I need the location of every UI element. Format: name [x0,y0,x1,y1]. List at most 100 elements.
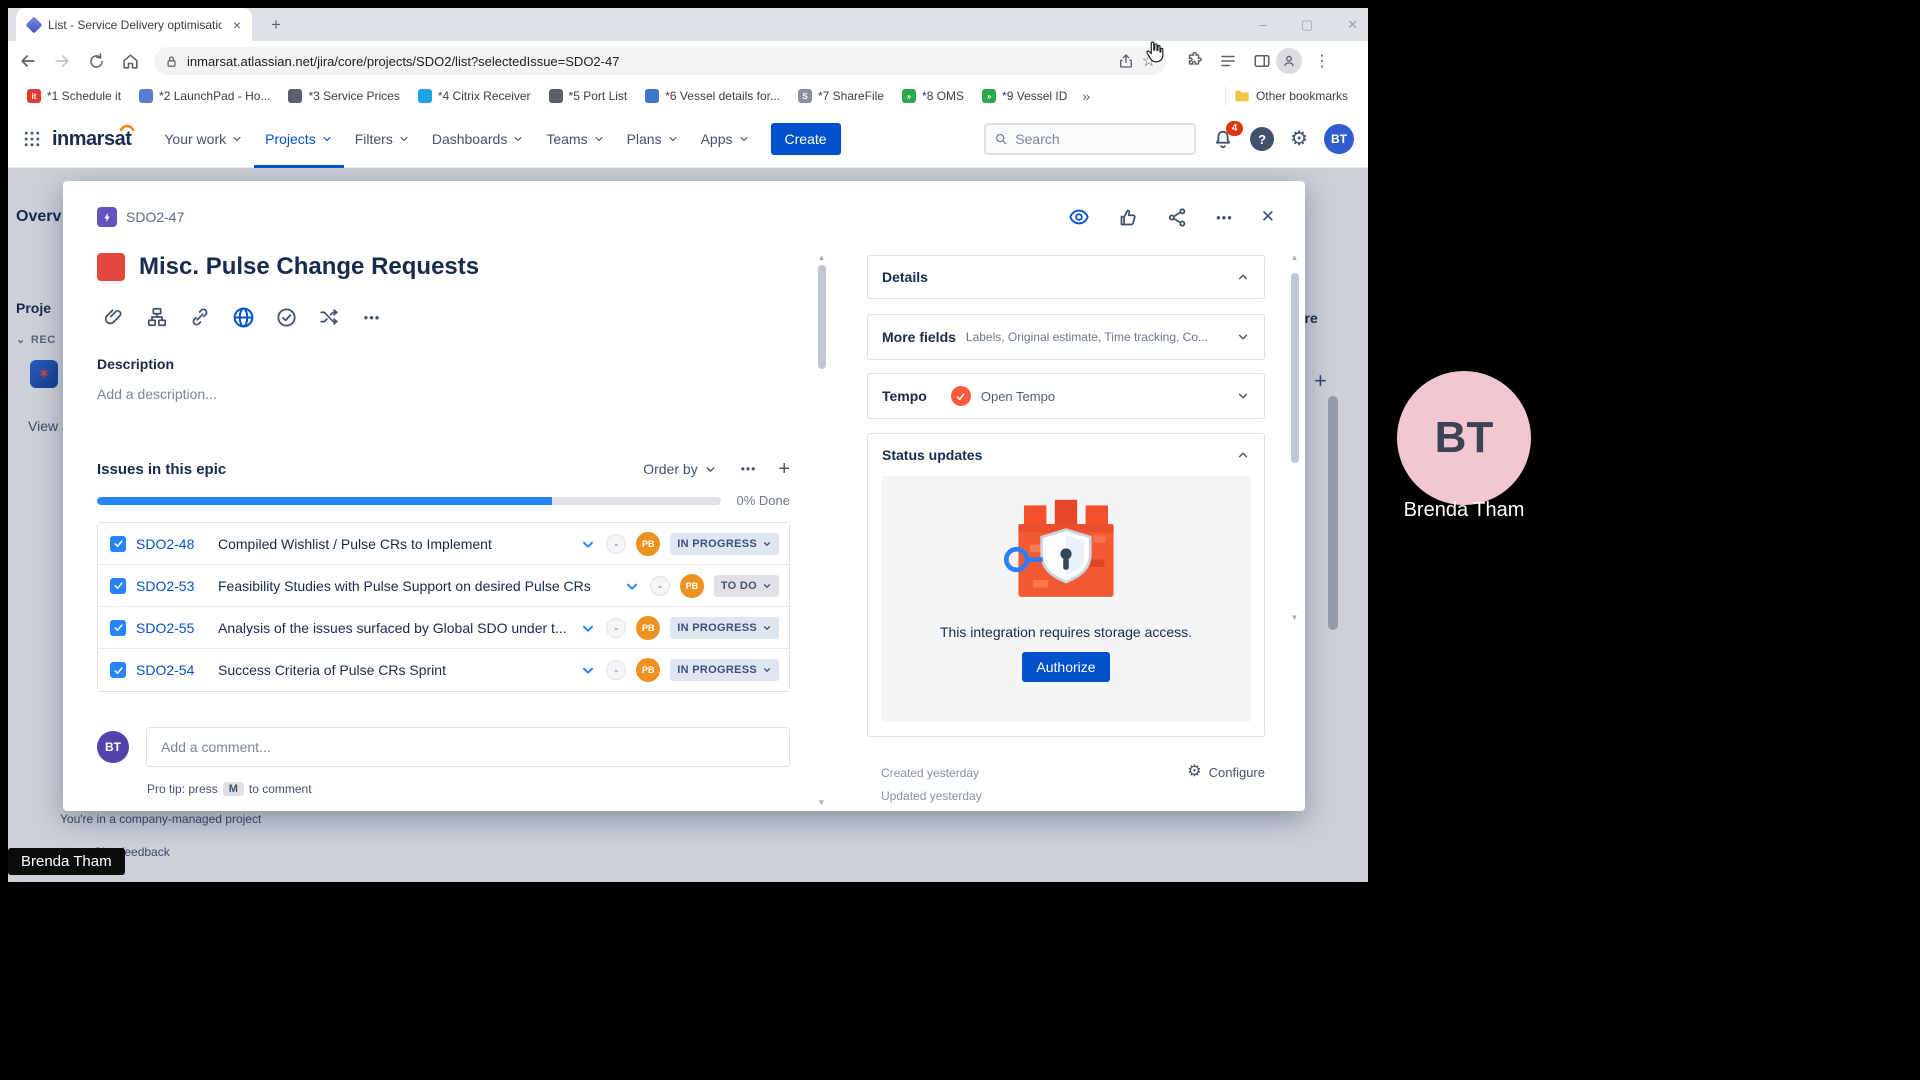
other-bookmarks[interactable]: Other bookmarks [1225,86,1356,106]
order-by-dropdown[interactable]: Order by [643,461,716,477]
epic-issues-more-icon[interactable]: ••• [741,462,757,476]
assignee-avatar[interactable]: PB [636,532,660,556]
status-dropdown[interactable]: TO DO [714,575,779,597]
side-panel-icon[interactable] [1248,47,1276,75]
comment-box[interactable] [146,727,790,767]
more-fields-panel[interactable]: More fields Labels, Original estimate, T… [867,314,1265,360]
browser-menu-icon[interactable]: ⋮ [1308,47,1336,75]
bookmark-item[interactable]: *6 Vessel details for... [638,86,787,106]
scrollbar-thumb[interactable] [818,265,826,369]
checklist-icon[interactable] [269,301,303,333]
window-close-button[interactable]: ✕ [1347,17,1358,33]
like-thumbs-up-icon[interactable] [1118,207,1139,228]
chevron-down-icon[interactable] [1236,389,1250,403]
issue-title[interactable]: Misc. Pulse Change Requests [139,253,479,281]
scrollbar-thumb[interactable] [1291,273,1299,463]
chevron-down-icon[interactable] [1236,330,1250,344]
assignee-avatar[interactable]: PB [636,658,660,682]
search-input[interactable] [1015,131,1186,147]
estimate-badge[interactable]: - [606,618,626,638]
estimate-badge[interactable]: - [606,534,626,554]
nav-item[interactable]: Your work [153,111,254,168]
epic-issue-row[interactable]: SDO2-53 Feasibility Studies with Pulse S… [98,565,789,607]
bookmark-item[interactable]: *2 LaunchPad - Ho... [132,86,277,106]
bookmark-item[interactable]: S *7 ShareFile [791,86,891,106]
help-icon[interactable]: ? [1250,127,1274,151]
epic-issue-row[interactable]: SDO2-55 Analysis of the issues surfaced … [98,607,789,649]
estimate-badge[interactable]: - [606,660,626,680]
workflow-shuffle-icon[interactable] [312,301,346,333]
estimate-badge[interactable]: - [650,576,670,596]
browser-profile-avatar[interactable] [1276,48,1302,74]
bookmark-item[interactable]: » *8 OMS [895,86,971,106]
home-button[interactable] [116,47,144,75]
nav-item[interactable]: Apps [690,111,761,168]
window-minimize-button[interactable]: – [1260,17,1267,32]
right-panel-scrollbar[interactable]: ▲ ▼ [1290,253,1299,623]
open-tempo-button[interactable]: Open Tempo [981,389,1055,404]
bookmark-favicon-icon [418,89,432,103]
add-issue-button[interactable]: + [778,459,790,479]
nav-item[interactable]: Projects [254,111,344,168]
bookmark-item[interactable]: it *1 Schedule it [20,86,128,106]
issue-key-breadcrumb[interactable]: SDO2-47 [126,209,184,225]
create-button[interactable]: Create [771,123,841,155]
quick-add-more-icon[interactable]: ••• [355,301,389,333]
bookmark-item[interactable]: *5 Port List [542,86,635,106]
reading-list-icon[interactable] [1214,47,1242,75]
configure-button[interactable]: ⚙ Configure [1187,764,1265,780]
assignee-avatar[interactable]: PB [680,574,704,598]
comment-input[interactable] [161,739,775,755]
share-icon[interactable] [1167,207,1188,228]
chevron-up-icon[interactable] [1236,448,1250,462]
user-avatar[interactable]: BT [1324,124,1354,154]
nav-item[interactable]: Dashboards [421,111,536,168]
issue-key-link[interactable]: SDO2-54 [136,662,208,678]
web-link-globe-icon[interactable] [226,301,260,333]
status-dropdown[interactable]: IN PROGRESS [670,659,779,681]
bookmarks-overflow-icon[interactable]: » [1082,88,1090,104]
status-dropdown[interactable]: IN PROGRESS [670,533,779,555]
details-panel[interactable]: Details [867,255,1265,299]
authorize-button[interactable]: Authorize [1022,652,1109,682]
new-tab-button[interactable]: + [264,13,288,37]
reload-button[interactable] [82,47,110,75]
notifications-bell-icon[interactable]: 4 [1212,128,1234,150]
settings-gear-icon[interactable]: ⚙ [1290,129,1308,149]
issue-key-link[interactable]: SDO2-53 [136,578,208,594]
window-maximize-button[interactable]: ▢ [1301,17,1313,33]
nav-item[interactable]: Plans [616,111,690,168]
description-placeholder[interactable]: Add a description... [97,386,217,402]
bookmark-item[interactable]: » *9 Vessel ID [975,86,1074,106]
epic-issue-row[interactable]: SDO2-48 Compiled Wishlist / Pulse CRs to… [98,523,789,565]
left-panel-scrollbar[interactable]: ▲ ▼ [817,253,826,808]
watch-eye-icon[interactable] [1068,206,1090,228]
bookmark-item[interactable]: *3 Service Prices [281,86,406,106]
issue-key-link[interactable]: SDO2-55 [136,620,208,636]
add-child-issue-icon[interactable] [140,301,174,333]
tempo-panel[interactable]: Tempo Open Tempo [867,373,1265,419]
status-dropdown[interactable]: IN PROGRESS [670,617,779,639]
share-icon[interactable] [1118,53,1134,69]
address-bar[interactable]: inmarsat.atlassian.net/jira/core/project… [154,47,1166,75]
issue-key-link[interactable]: SDO2-48 [136,536,208,552]
issue-breadcrumb[interactable]: SDO2-47 [97,207,184,227]
extensions-icon[interactable] [1180,47,1208,75]
forward-button[interactable] [48,47,76,75]
inmarsat-logo[interactable]: inmarsat [52,128,131,151]
app-switcher-icon[interactable] [22,129,42,149]
global-search[interactable] [984,123,1196,155]
link-issue-icon[interactable] [183,301,217,333]
close-modal-icon[interactable]: ✕ [1261,207,1275,227]
chevron-up-icon[interactable] [1236,270,1250,284]
assignee-avatar[interactable]: PB [636,616,660,640]
epic-issue-row[interactable]: SDO2-54 Success Criteria of Pulse CRs Sp… [98,649,789,691]
more-actions-icon[interactable]: ••• [1216,210,1233,225]
nav-item[interactable]: Teams [535,111,615,168]
nav-item[interactable]: Filters [344,111,421,168]
browser-tab[interactable]: List - Service Delivery optimisatio × [16,8,252,41]
tab-close-icon[interactable]: × [230,17,244,33]
attach-icon[interactable] [97,301,131,333]
back-button[interactable] [14,47,42,75]
bookmark-item[interactable]: *4 Citrix Receiver [411,86,538,106]
